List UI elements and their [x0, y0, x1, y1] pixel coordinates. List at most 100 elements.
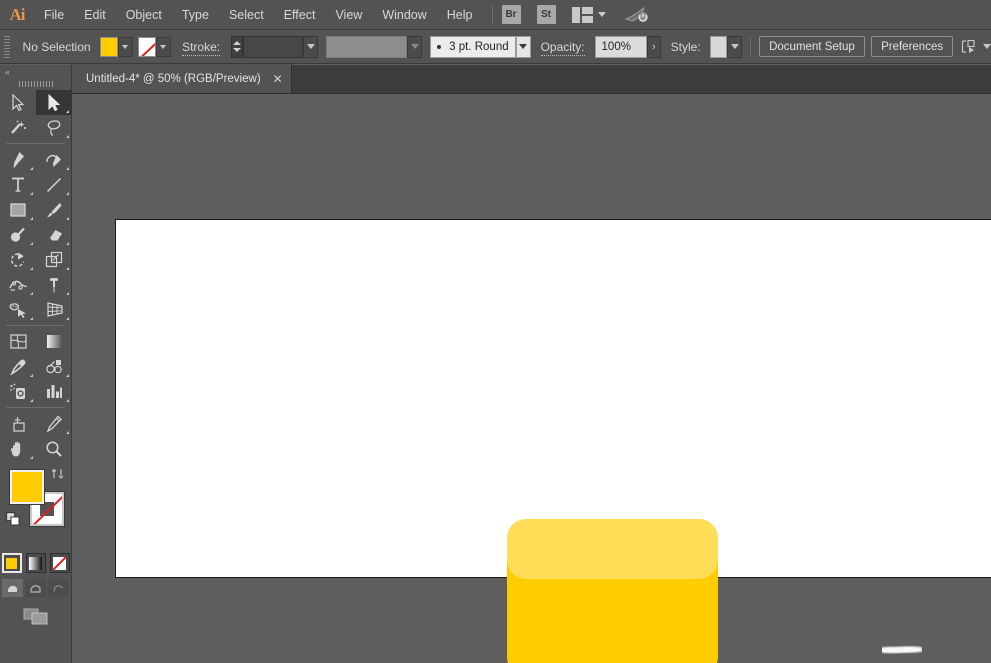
pen-tool[interactable] [0, 147, 36, 172]
drawing-mode-row [0, 579, 71, 597]
menu-bar: Ai File Edit Object Type Select Effect V… [0, 0, 991, 30]
menu-item-type[interactable]: Type [172, 0, 219, 30]
tool-flyout-indicator [30, 242, 33, 245]
mesh-tool[interactable] [0, 329, 36, 354]
color-mode-button[interactable] [2, 553, 22, 573]
gradient-mode-button[interactable] [26, 553, 46, 573]
tools-panel-grip[interactable] [0, 78, 71, 90]
swap-fill-stroke-icon[interactable] [51, 467, 65, 483]
change-screen-mode-button[interactable] [23, 607, 49, 628]
document-tab[interactable]: Untitled-4* @ 50% (RGB/Preview) ✕ [72, 64, 292, 93]
column-graph-tool[interactable] [36, 379, 72, 404]
menu-divider [492, 6, 493, 24]
close-icon[interactable]: ✕ [273, 73, 283, 85]
stroke-profile-input [326, 36, 406, 58]
preferences-button[interactable]: Preferences [871, 36, 953, 57]
draw-behind-button[interactable] [25, 579, 46, 597]
fill-swatch-dropdown[interactable] [118, 37, 133, 57]
direct-selection-tool[interactable] [36, 90, 72, 115]
chevron-down-icon [160, 45, 166, 49]
tool-flyout-indicator [66, 192, 69, 195]
screen-mode-row [0, 607, 71, 628]
menu-item-help[interactable]: Help [437, 0, 483, 30]
lasso-tool[interactable] [36, 115, 72, 140]
slice-tool[interactable] [36, 411, 72, 436]
shaper-tool[interactable] [0, 222, 36, 247]
eyedropper-tool[interactable] [0, 354, 36, 379]
default-fill-stroke-icon[interactable] [6, 512, 21, 530]
magic-wand-tool[interactable] [0, 115, 36, 140]
document-setup-button[interactable]: Document Setup [759, 36, 865, 57]
fill-color-swatch[interactable] [100, 37, 118, 57]
tool-flyout-indicator [66, 399, 69, 402]
control-bar-grip[interactable] [4, 36, 10, 58]
draw-normal-button[interactable] [2, 579, 23, 597]
stroke-color-swatch[interactable] [138, 37, 156, 57]
eraser-tool[interactable] [36, 222, 72, 247]
type-tool[interactable] [0, 172, 36, 197]
tool-flyout-indicator [66, 431, 69, 434]
fill-color-control[interactable] [10, 470, 44, 504]
tools-divider [6, 325, 65, 326]
paintbrush-tool[interactable] [36, 197, 72, 222]
menu-item-object[interactable]: Object [116, 0, 172, 30]
chevron-down-icon [411, 44, 419, 49]
opacity-input[interactable]: 100% [595, 36, 647, 58]
tool-grid-3 [0, 329, 71, 404]
menu-item-window[interactable]: Window [372, 0, 436, 30]
chevron-down-icon [598, 12, 606, 17]
shape-builder-tool[interactable] [0, 297, 36, 322]
menu-item-edit[interactable]: Edit [74, 0, 116, 30]
none-mode-button[interactable] [50, 553, 70, 573]
blend-tool[interactable] [36, 354, 72, 379]
rocket-icon[interactable] [624, 6, 650, 24]
scale-tool[interactable] [36, 247, 72, 272]
tool-flyout-indicator [30, 317, 33, 320]
tool-flyout-indicator [66, 167, 69, 170]
workspace-switcher-icon[interactable] [572, 7, 606, 23]
tool-flyout-indicator [30, 399, 33, 402]
stroke-weight-input[interactable] [243, 36, 303, 58]
bridge-icon[interactable]: Br [502, 5, 521, 24]
rectangle-tool[interactable] [0, 197, 36, 222]
symbol-sprayer-tool[interactable] [0, 379, 36, 404]
stroke-weight-dropdown[interactable] [303, 36, 318, 58]
align-to-selection-icon[interactable] [961, 39, 991, 54]
rounded-rectangle-highlight[interactable] [507, 519, 718, 579]
draw-inside-button[interactable] [48, 579, 69, 597]
graphic-style-swatch[interactable] [710, 36, 727, 58]
tools-panel-collapse[interactable]: « [0, 65, 71, 78]
workspace-grid-icon [572, 7, 593, 23]
curvature-tool[interactable] [36, 147, 72, 172]
menu-item-select[interactable]: Select [219, 0, 274, 30]
artboard[interactable] [115, 219, 991, 578]
free-transform-tool[interactable] [36, 272, 72, 297]
brush-definition-dropdown[interactable] [516, 36, 531, 58]
menu-item-file[interactable]: File [34, 0, 74, 30]
document-tab-title: Untitled-4* @ 50% (RGB/Preview) [86, 73, 261, 85]
stroke-swatch-dropdown[interactable] [156, 37, 171, 57]
opacity-options-button[interactable]: › [647, 36, 662, 58]
artboard-tool[interactable] [0, 411, 36, 436]
graphic-style-dropdown[interactable] [727, 36, 742, 58]
tool-flyout-indicator [30, 292, 33, 295]
brush-dot-icon [437, 45, 441, 49]
stroke-weight-stepper[interactable] [231, 36, 243, 58]
color-controls [0, 465, 71, 550]
hand-tool[interactable] [0, 436, 36, 461]
menu-item-view[interactable]: View [325, 0, 372, 30]
stock-icon[interactable]: St [537, 5, 556, 24]
tool-flyout-indicator [30, 267, 33, 270]
chevron-down-icon [519, 44, 527, 49]
canvas-area[interactable] [73, 94, 991, 663]
gradient-tool[interactable] [36, 329, 72, 354]
brush-definition-display[interactable]: 3 pt. Round [430, 36, 515, 58]
tool-flyout-indicator [30, 456, 33, 459]
selection-tool[interactable] [0, 90, 36, 115]
width-tool[interactable] [0, 272, 36, 297]
perspective-grid-tool[interactable] [36, 297, 72, 322]
menu-item-effect[interactable]: Effect [274, 0, 326, 30]
line-segment-tool[interactable] [36, 172, 72, 197]
zoom-tool[interactable] [36, 436, 72, 461]
rotate-tool[interactable] [0, 247, 36, 272]
